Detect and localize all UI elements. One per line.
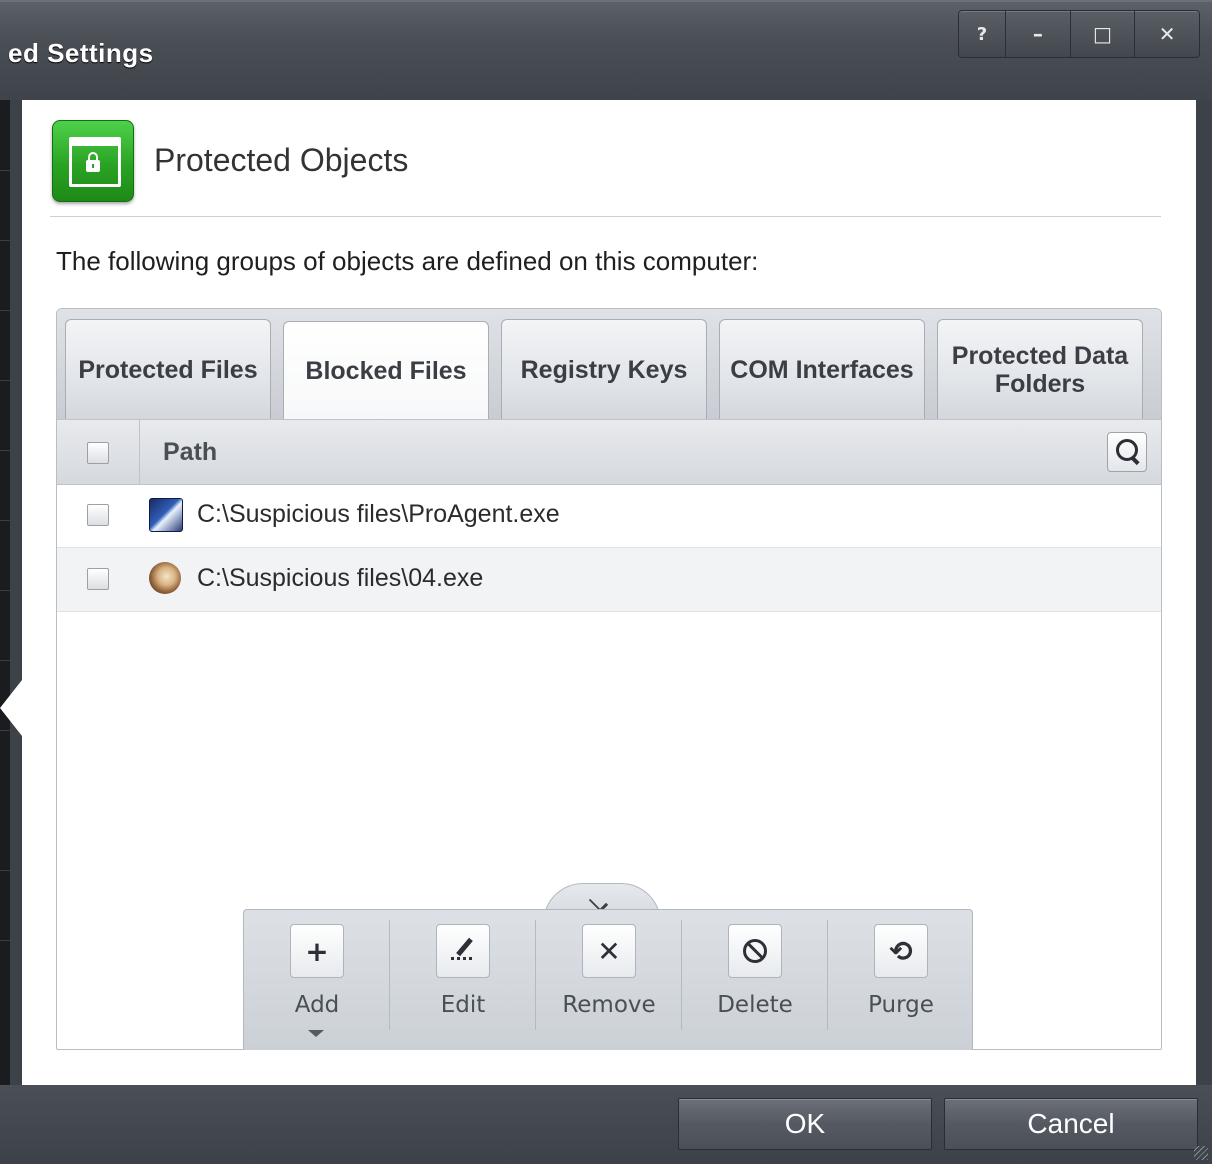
tab-blocked-files[interactable]: Blocked Files — [283, 321, 489, 420]
purge-label: Purge — [868, 992, 934, 1018]
x-icon[interactable]: ✕ — [582, 924, 636, 978]
pencil-icon[interactable] — [436, 924, 490, 978]
table-row[interactable]: C:\Suspicious files\04.exe — [57, 548, 1161, 612]
sidebar-divider — [0, 520, 10, 521]
ok-button[interactable]: OK — [678, 1098, 932, 1150]
remove-action[interactable]: ✕ Remove — [536, 910, 682, 1050]
sidebar-divider — [0, 170, 10, 171]
lock-icon — [86, 152, 100, 172]
protected-objects-icon — [52, 120, 134, 202]
row-path: C:\Suspicious files\ProAgent.exe — [197, 500, 560, 528]
sidebar-divider — [0, 240, 10, 241]
row-checkbox[interactable] — [87, 504, 109, 526]
objects-list-frame: Protected Files Blocked Files Registry K… — [56, 308, 1162, 1050]
title-bar-highlight — [0, 0, 1212, 2]
tab-com-interfaces[interactable]: COM Interfaces — [719, 319, 925, 419]
title-bar: ed Settings ? – □ ✕ — [0, 0, 1212, 100]
select-all-checkbox[interactable] — [87, 442, 109, 464]
minimize-button[interactable]: – — [1006, 11, 1071, 57]
exe04-icon — [149, 562, 181, 594]
row-checkbox[interactable] — [87, 568, 109, 590]
sidebar-strip — [0, 100, 10, 1085]
maximize-button[interactable]: □ — [1071, 11, 1136, 57]
column-divider — [139, 420, 140, 484]
table-row[interactable]: C:\Suspicious files\ProAgent.exe — [57, 484, 1161, 548]
sidebar-divider — [0, 870, 10, 871]
sidebar-collapse-arrow-icon[interactable] — [0, 680, 22, 736]
purge-action[interactable]: ⟲ Purge — [828, 910, 974, 1050]
add-label: Add — [294, 992, 340, 1018]
path-column-header[interactable]: Path — [163, 438, 217, 467]
edit-label: Edit — [440, 992, 486, 1018]
tab-protected-files[interactable]: Protected Files — [65, 319, 271, 419]
action-toolbar-body: + Add Edit ✕ Remove Delete ⟲ Purge — [243, 909, 973, 1050]
tab-registry-keys[interactable]: Registry Keys — [501, 319, 707, 419]
help-button[interactable]: ? — [959, 11, 1006, 57]
edit-action[interactable]: Edit — [390, 910, 536, 1050]
plus-icon[interactable]: + — [290, 924, 344, 978]
search-icon-handle — [1130, 455, 1140, 466]
header-divider — [50, 216, 1161, 217]
page-description: The following groups of objects are defi… — [56, 246, 759, 276]
sidebar-divider — [0, 940, 10, 941]
page-title: Protected Objects — [154, 142, 409, 178]
dropdown-caret-icon[interactable] — [308, 1030, 324, 1037]
settings-panel: Protected Objects The following groups o… — [22, 100, 1196, 1085]
sidebar-divider — [0, 450, 10, 451]
delete-label: Delete — [717, 992, 793, 1018]
sidebar-divider — [0, 310, 10, 311]
close-button[interactable]: ✕ — [1135, 11, 1199, 57]
window-controls: ? – □ ✕ — [958, 10, 1200, 58]
proagent-exe-icon — [149, 498, 183, 532]
table-header: Path — [57, 419, 1161, 485]
search-button[interactable] — [1107, 432, 1147, 472]
resize-grip-icon[interactable] — [1194, 1146, 1208, 1160]
sidebar-divider — [0, 380, 10, 381]
remove-label: Remove — [562, 992, 656, 1018]
tab-protected-data-folders[interactable]: Protected Data Folders — [937, 319, 1143, 419]
window-title: ed Settings — [8, 38, 154, 68]
ban-icon[interactable] — [728, 924, 782, 978]
delete-action[interactable]: Delete — [682, 910, 828, 1050]
row-path: C:\Suspicious files\04.exe — [197, 564, 484, 592]
refresh-icon[interactable]: ⟲ — [874, 924, 928, 978]
window-frame-bar — [72, 140, 118, 146]
action-toolbar: + Add Edit ✕ Remove Delete ⟲ Purge — [243, 883, 973, 1050]
add-action[interactable]: + Add — [244, 910, 390, 1050]
tab-strip: Protected Files Blocked Files Registry K… — [57, 309, 1161, 420]
sidebar-divider — [0, 660, 10, 661]
window-frame-glyph — [69, 137, 121, 187]
cancel-button[interactable]: Cancel — [944, 1098, 1198, 1150]
sidebar-divider — [0, 590, 10, 591]
